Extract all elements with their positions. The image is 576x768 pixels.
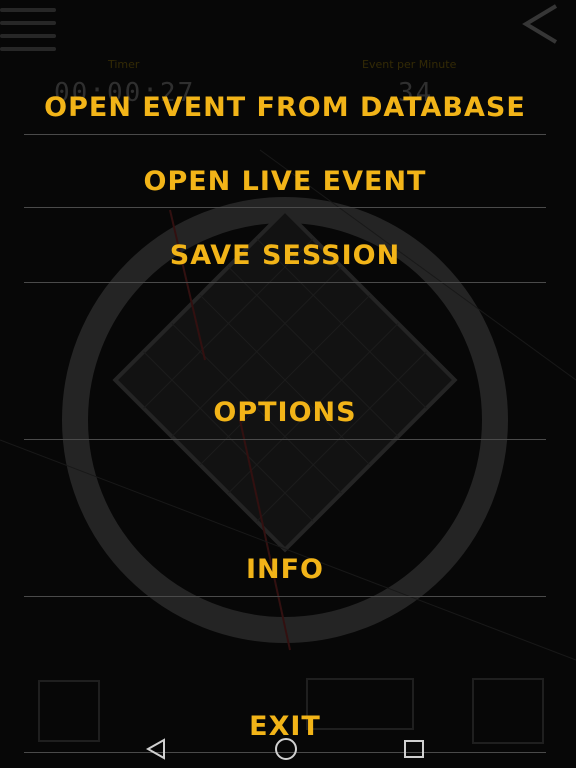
save-session-button[interactable]: SAVE SESSION bbox=[24, 240, 546, 271]
nav-home-icon[interactable] bbox=[268, 734, 304, 764]
nav-back-icon[interactable] bbox=[138, 734, 174, 764]
options-button[interactable]: OPTIONS bbox=[24, 397, 546, 428]
divider bbox=[24, 207, 546, 208]
main-menu: OPEN EVENT FROM DATABASE OPEN LIVE EVENT… bbox=[0, 0, 576, 768]
divider bbox=[24, 134, 546, 135]
open-event-from-database-button[interactable]: OPEN EVENT FROM DATABASE bbox=[24, 92, 546, 123]
divider bbox=[24, 439, 546, 440]
divider bbox=[24, 282, 546, 283]
info-button[interactable]: INFO bbox=[24, 554, 546, 585]
open-live-event-button[interactable]: OPEN LIVE EVENT bbox=[24, 166, 546, 197]
system-navigation-bar bbox=[0, 730, 576, 768]
divider bbox=[24, 596, 546, 597]
nav-recents-icon[interactable] bbox=[396, 734, 432, 764]
